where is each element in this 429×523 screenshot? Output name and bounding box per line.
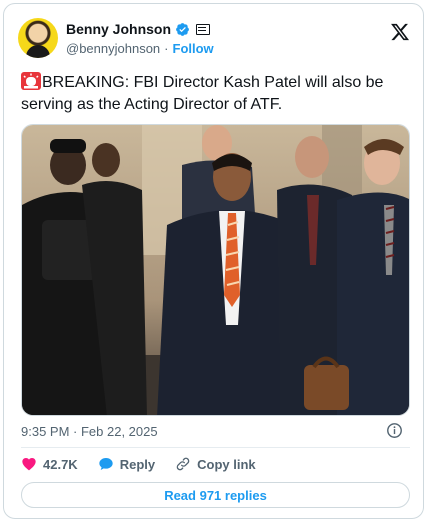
like-button[interactable]: 42.7K — [21, 456, 78, 472]
tweet-text: BREAKING: FBI Director Kash Patel will a… — [21, 72, 413, 116]
reply-bubble-icon — [99, 458, 113, 470]
affiliation-icon — [196, 23, 211, 35]
divider — [21, 447, 410, 448]
x-logo-icon[interactable] — [390, 22, 410, 42]
link-icon — [176, 457, 190, 471]
handle-row: @bennyjohnson · Follow — [66, 41, 214, 56]
siren-icon — [21, 72, 41, 90]
photo-image — [22, 125, 409, 415]
author-display-name[interactable]: Benny Johnson — [66, 21, 171, 37]
copy-link-button[interactable]: Copy link — [175, 456, 256, 472]
info-icon[interactable] — [386, 422, 403, 439]
tweet-photo[interactable] — [21, 124, 410, 416]
avatar[interactable] — [18, 18, 58, 58]
verified-icon — [176, 22, 189, 36]
separator-dot: · — [164, 41, 169, 56]
read-replies-button[interactable]: Read 971 replies — [21, 482, 410, 508]
name-row: Benny Johnson — [66, 21, 211, 37]
follow-button[interactable]: Follow — [173, 41, 214, 56]
tweet-card[interactable]: Benny Johnson @bennyjohnson · Follow BRE… — [3, 3, 424, 519]
author-handle[interactable]: @bennyjohnson — [66, 41, 160, 56]
copy-link-label: Copy link — [197, 456, 256, 472]
tweet-timestamp[interactable]: 9:35 PM · Feb 22, 2025 — [21, 424, 158, 439]
tweet-header: Benny Johnson @bennyjohnson · Follow — [18, 16, 412, 62]
heart-icon — [22, 458, 36, 471]
reply-button[interactable]: Reply — [98, 456, 155, 472]
action-bar: 42.7K Reply Copy link — [21, 456, 276, 472]
tweet-body: BREAKING: FBI Director Kash Patel will a… — [21, 74, 384, 113]
like-count: 42.7K — [43, 456, 78, 472]
reply-label: Reply — [119, 456, 156, 472]
